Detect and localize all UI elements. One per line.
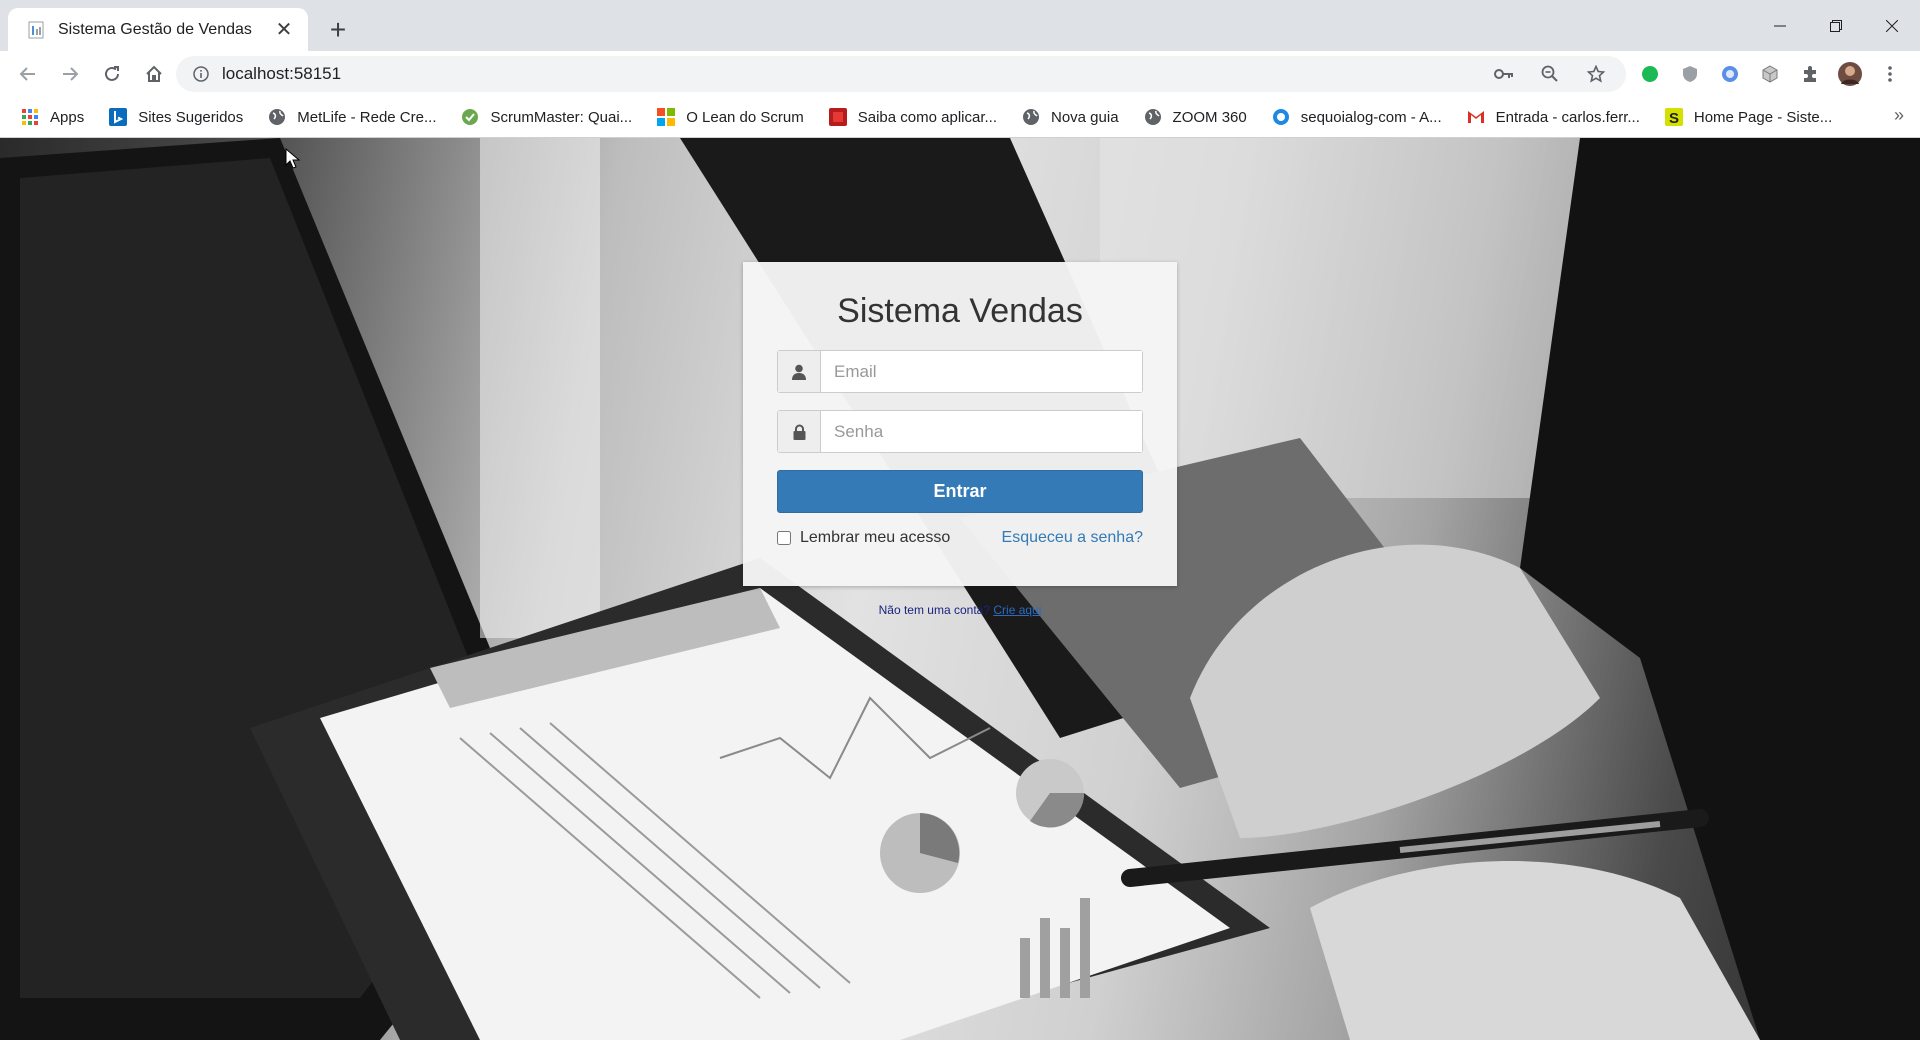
circle-icon [1271, 107, 1291, 127]
signup-link[interactable]: Crie aqui [993, 603, 1041, 617]
bookmark-gmail[interactable]: Entrada - carlos.ferr... [1462, 102, 1648, 132]
star-icon[interactable] [1576, 54, 1616, 94]
globe-icon [1021, 107, 1041, 127]
bookmark-zoom360[interactable]: ZOOM 360 [1139, 102, 1255, 132]
new-tab-button[interactable]: + [322, 14, 354, 46]
microsoft-icon [656, 107, 676, 127]
shield-extension-icon[interactable] [1670, 54, 1710, 94]
login-panel: Sistema Vendas Entrar Lembrar meu acesso… [743, 262, 1177, 586]
bookmark-home-page[interactable]: S Home Page - Siste... [1660, 102, 1840, 132]
back-arrow-icon[interactable] [8, 54, 48, 94]
url-text: localhost:58151 [222, 64, 342, 83]
bookmark-label: ZOOM 360 [1172, 108, 1247, 126]
green-dot-extension-icon[interactable] [1630, 54, 1670, 94]
profile-avatar[interactable] [1830, 54, 1870, 94]
remember-checkbox[interactable] [777, 531, 791, 545]
signup-text: Não tem uma conta? [878, 603, 991, 617]
bookmark-apps[interactable]: Apps [16, 102, 92, 132]
minimize-button[interactable] [1752, 0, 1808, 51]
lock-icon [778, 411, 821, 452]
bookmark-label: Sites Sugeridos [138, 108, 244, 126]
close-tab-icon[interactable]: ✕ [272, 18, 296, 42]
login-button[interactable]: Entrar [777, 470, 1143, 513]
svg-text:S: S [1669, 110, 1679, 126]
zoom-icon[interactable] [1530, 54, 1570, 94]
bookmark-label: Nova guia [1051, 108, 1119, 126]
restore-button[interactable] [1808, 0, 1864, 51]
document-icon [26, 20, 46, 40]
bing-icon [108, 107, 128, 127]
forward-arrow-icon[interactable] [50, 54, 90, 94]
bookmark-label: sequoialog-com - A... [1300, 108, 1442, 126]
forgot-password-link[interactable]: Esqueceu a senha? [1002, 529, 1143, 547]
extensions-area [1630, 51, 1910, 97]
bookmark-label: Entrada - carlos.ferr... [1495, 108, 1640, 126]
address-bar[interactable]: localhost:58151 [176, 56, 1626, 92]
omnibox-actions [1484, 56, 1616, 92]
bookmark-label: Apps [50, 108, 85, 126]
cube-extension-icon[interactable] [1750, 54, 1790, 94]
window-controls [1752, 0, 1920, 51]
bookmark-label: ScrumMaster: Quai... [490, 108, 633, 126]
user-icon [778, 351, 821, 392]
more-bookmarks-button[interactable]: » [1894, 105, 1904, 126]
close-window-button[interactable] [1864, 0, 1920, 51]
bookmark-label: Home Page - Siste... [1693, 108, 1833, 126]
active-tab[interactable]: Sistema Gestão de Vendas ✕ [8, 8, 308, 51]
tab-title: Sistema Gestão de Vendas [58, 20, 252, 38]
mouse-cursor-icon [285, 148, 301, 169]
compass-extension-icon[interactable] [1710, 54, 1750, 94]
bookmark-sites-sugeridos[interactable]: Sites Sugeridos [104, 102, 251, 132]
password-input-group [777, 410, 1143, 453]
globe-icon [267, 107, 287, 127]
email-input-group [777, 350, 1143, 393]
gmail-icon [1466, 107, 1486, 127]
menu-kebab-icon[interactable] [1870, 54, 1910, 94]
scrum-icon [460, 107, 480, 127]
key-icon[interactable] [1484, 54, 1524, 94]
globe-icon [1143, 107, 1163, 127]
reload-icon[interactable] [92, 54, 132, 94]
bookmark-scrummaster[interactable]: ScrumMaster: Quai... [456, 102, 640, 132]
browser-toolbar: localhost:58151 [0, 51, 1920, 97]
bookmark-label: O Lean do Scrum [686, 108, 804, 126]
remember-me[interactable]: Lembrar meu acesso [777, 529, 950, 547]
bookmarks-bar: Apps Sites Sugeridos MetLife - Rede Cre.… [0, 97, 1920, 138]
bookmark-sequoialog[interactable]: sequoialog-com - A... [1267, 102, 1450, 132]
tab-strip: Sistema Gestão de Vendas ✕ + [0, 0, 1920, 51]
password-field[interactable] [821, 411, 1142, 452]
home-icon[interactable] [134, 54, 174, 94]
puzzle-extensions-icon[interactable] [1790, 54, 1830, 94]
remember-label: Lembrar meu acesso [800, 529, 951, 546]
bookmark-saiba-como[interactable]: Saiba como aplicar... [824, 102, 1005, 132]
bookmark-label: MetLife - Rede Cre... [297, 108, 437, 126]
bookmark-metlife[interactable]: MetLife - Rede Cre... [263, 102, 444, 132]
login-title: Sistema Vendas [837, 292, 1083, 330]
bookmark-nova-guia[interactable]: Nova guia [1017, 102, 1127, 132]
signup-prompt: Não tem uma conta? Crie aqui [0, 603, 1920, 617]
email-field[interactable] [821, 351, 1142, 392]
s-icon: S [1664, 107, 1684, 127]
book-icon [828, 107, 848, 127]
page-viewport: Sistema Vendas Entrar Lembrar meu acesso… [0, 138, 1920, 1040]
bookmark-label: Saiba como aplicar... [857, 108, 997, 126]
apps-grid-icon [20, 107, 40, 127]
info-icon[interactable] [190, 63, 212, 85]
bookmark-lean-scrum[interactable]: O Lean do Scrum [652, 102, 812, 132]
